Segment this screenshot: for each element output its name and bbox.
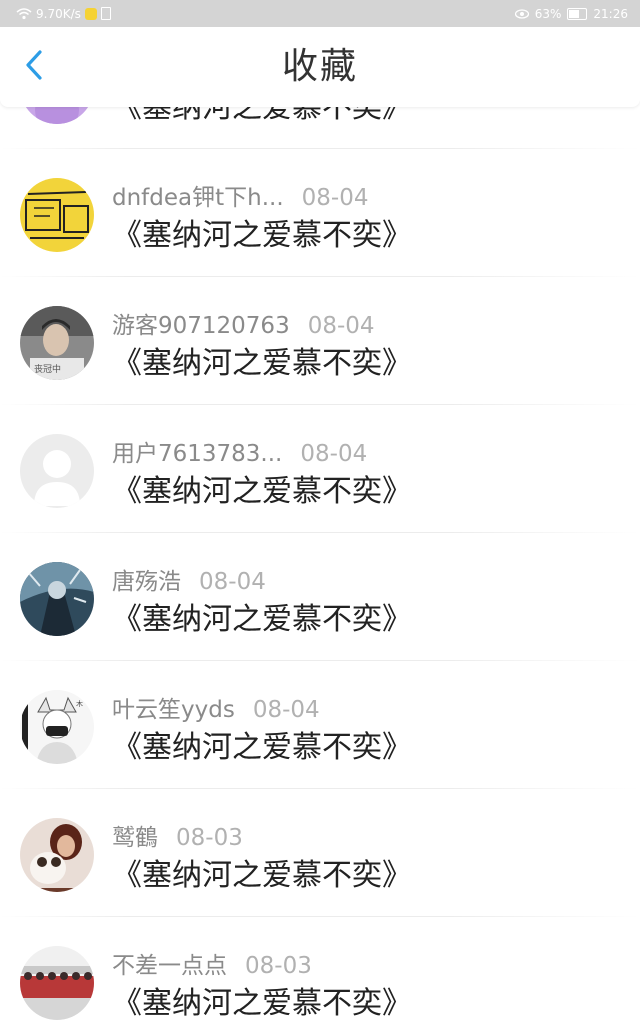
item-meta: dnfdea钾t下h... 08-04	[112, 178, 369, 212]
svg-text:丧冠中: 丧冠中	[34, 363, 61, 375]
message-icon	[84, 7, 97, 20]
username[interactable]: 不差一点点	[112, 946, 227, 980]
date: 08-04	[300, 441, 368, 467]
item-meta: 用户7613783... 08-04	[112, 434, 367, 468]
divider	[0, 148, 640, 149]
username[interactable]: 唐殇浩	[112, 562, 181, 596]
item-meta: 游客907120763 08-04	[112, 306, 375, 340]
avatar[interactable]	[20, 434, 94, 508]
date: 08-04	[301, 185, 369, 211]
novel-title[interactable]: 《塞纳河之爱慕不奕》	[112, 210, 412, 254]
battery-percent: 63%	[534, 6, 562, 21]
date: 08-03	[176, 825, 243, 851]
username[interactable]: 用户7613783...	[112, 434, 282, 468]
header: 收藏	[0, 27, 640, 107]
divider	[0, 404, 640, 405]
novel-title[interactable]: 《塞纳河之爱慕不奕》	[112, 978, 412, 1022]
screen: 9.70K/s 63% 21:26 《塞纳河之爱慕不奕》 dnfdea钾t下h.…	[0, 0, 640, 1024]
novel-title[interactable]: 《塞纳河之爱慕不奕》	[112, 850, 412, 894]
list-item[interactable]: 鹫鶴 08-03 《塞纳河之爱慕不奕》	[0, 788, 640, 916]
avatar[interactable]: 木	[20, 690, 94, 764]
date: 08-03	[245, 953, 312, 979]
battery-icon	[567, 7, 588, 20]
date: 08-04	[252, 697, 320, 723]
divider	[0, 276, 640, 277]
username[interactable]: 游客907120763	[112, 306, 290, 340]
date: 08-04	[199, 569, 266, 595]
avatar[interactable]	[20, 562, 94, 636]
list-item[interactable]: 丧冠中 游客907120763 08-04 《塞纳河之爱慕不奕》	[0, 276, 640, 404]
clock: 21:26	[593, 6, 628, 21]
avatar[interactable]	[20, 946, 94, 1020]
novel-title[interactable]: 《塞纳河之爱慕不奕》	[112, 722, 412, 766]
divider	[0, 916, 640, 917]
novel-title[interactable]: 《塞纳河之爱慕不奕》	[112, 338, 412, 382]
novel-title[interactable]: 《塞纳河之爱慕不奕》	[112, 594, 412, 638]
item-meta: 不差一点点 08-03	[112, 946, 312, 980]
list-item[interactable]: 唐殇浩 08-04 《塞纳河之爱慕不奕》	[0, 532, 640, 660]
eye-icon	[514, 8, 529, 19]
network-speed: 9.70K/s	[36, 6, 81, 21]
sim-icon	[100, 7, 111, 20]
page-title: 收藏	[281, 46, 358, 87]
status-bar: 9.70K/s 63% 21:26	[0, 0, 640, 27]
item-meta: 叶云笙yyds 08-04	[112, 690, 320, 724]
novel-title[interactable]: 《塞纳河之爱慕不奕》	[112, 466, 412, 510]
username[interactable]: dnfdea钾t下h...	[112, 178, 284, 212]
username[interactable]: 叶云笙yyds	[112, 690, 235, 724]
list-item[interactable]: 用户7613783... 08-04 《塞纳河之爱慕不奕》	[0, 404, 640, 532]
wifi-icon	[16, 7, 32, 20]
list-item[interactable]: dnfdea钾t下h... 08-04 《塞纳河之爱慕不奕》	[0, 148, 640, 276]
divider	[0, 788, 640, 789]
status-right: 63% 21:26	[514, 6, 640, 21]
status-left: 9.70K/s	[0, 7, 111, 21]
avatar[interactable]	[20, 178, 94, 252]
avatar[interactable]: 丧冠中	[20, 306, 94, 380]
list-item[interactable]: 不差一点点 08-03 《塞纳河之爱慕不奕》	[0, 916, 640, 1024]
list-item[interactable]: 木 叶云笙yyds 08-04 《塞纳河之爱慕不奕》	[0, 660, 640, 788]
username[interactable]: 鹫鶴	[112, 818, 158, 852]
favorites-list[interactable]: 《塞纳河之爱慕不奕》 dnfdea钾t下h... 08-04 《塞纳河之爱慕不奕…	[0, 20, 640, 1024]
divider	[0, 532, 640, 533]
avatar[interactable]	[20, 818, 94, 892]
item-meta: 唐殇浩 08-04	[112, 562, 266, 596]
item-meta: 鹫鶴 08-03	[112, 818, 243, 852]
svg-text:木: 木	[76, 699, 83, 708]
date: 08-04	[307, 313, 375, 339]
divider	[0, 660, 640, 661]
